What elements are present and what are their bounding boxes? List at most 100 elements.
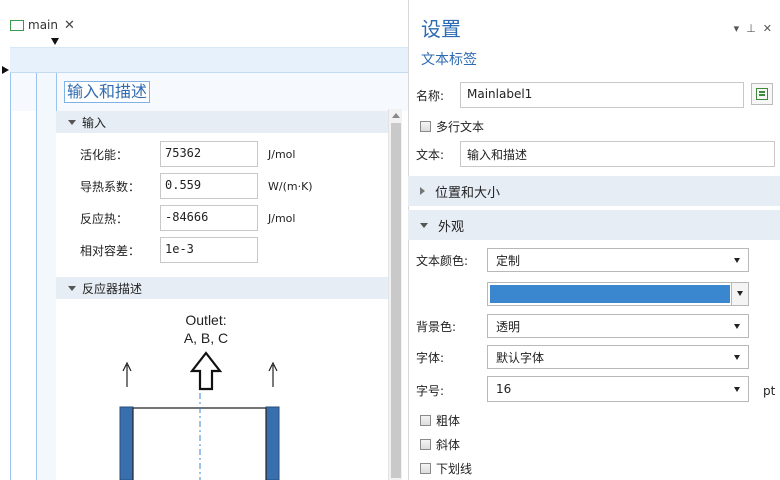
tab-main[interactable]: main ✕ — [10, 14, 75, 36]
settings-subtitle: 文本标签 — [421, 52, 477, 68]
reactor-wall-right — [265, 406, 280, 480]
name-input[interactable]: Mainlabel1 — [460, 82, 744, 108]
field-unit: W/(m·K) — [268, 179, 313, 193]
main-label[interactable]: 输入和描述 — [64, 81, 151, 103]
outlet-species: A, B, C — [184, 330, 228, 346]
size-label: 字号: — [416, 384, 445, 398]
close-icon[interactable]: ✕ — [64, 18, 75, 33]
multiline-checkbox-row[interactable]: 多行文本 — [420, 118, 484, 135]
font-row: 字体: 默认字体 — [416, 345, 749, 369]
color-dropdown-button[interactable] — [731, 283, 748, 305]
field-row-heat-of-reaction: 反应热： -84666 J/mol — [80, 205, 295, 231]
form-editor: main ✕ 输入和描述 输入 活化能： 75362 J/mol 导热系数： 0… — [0, 0, 408, 480]
name-row: 名称: Mainlabel1 — [416, 82, 744, 108]
multiline-checkbox[interactable] — [420, 121, 431, 132]
section-position-size[interactable]: 位置和大小 — [408, 176, 780, 206]
section-reactor-label: 反应器描述 — [82, 281, 143, 296]
close-icon[interactable]: ✕ — [763, 22, 772, 35]
vertical-scrollbar[interactable] — [388, 109, 402, 480]
font-size-combo[interactable]: 16 — [487, 376, 749, 402]
panel-controls: ▾ ⊥ ✕ — [734, 22, 772, 35]
field-unit: J/mol — [268, 211, 296, 225]
font-size-unit: pt — [763, 384, 776, 398]
font-size-value[interactable]: 16 — [496, 382, 511, 396]
underline-label: 下划线 — [436, 462, 473, 476]
bold-checkbox[interactable] — [420, 415, 431, 426]
chevron-down-icon — [734, 324, 740, 329]
section-position-size-label: 位置和大小 — [435, 185, 501, 201]
section-appearance[interactable]: 外观 — [408, 210, 780, 240]
font-label: 字体: — [416, 350, 445, 365]
section-reactor[interactable]: 反应器描述 — [56, 277, 388, 299]
chevron-down-icon — [734, 355, 740, 360]
section-appearance-label: 外观 — [438, 219, 465, 235]
column-marker-icon[interactable] — [51, 38, 59, 45]
heat-of-reaction-input[interactable]: -84666 — [160, 205, 258, 231]
color-swatch — [490, 285, 730, 303]
italic-checkbox-row[interactable]: 斜体 — [420, 436, 460, 453]
section-input[interactable]: 输入 — [56, 111, 388, 133]
label-text-button[interactable] — [751, 83, 773, 105]
text-color-row: 文本颜色: 定制 — [416, 248, 749, 272]
section-input-label: 输入 — [82, 115, 107, 130]
form-icon — [10, 19, 24, 31]
text-color-select[interactable]: 定制 — [487, 248, 749, 272]
outlet-title: Outlet: — [185, 312, 226, 328]
multiline-label: 多行文本 — [436, 120, 485, 134]
reactor-diagram: Outlet: A, B, C — [119, 312, 280, 480]
relative-tolerance-input[interactable]: 1e-3 — [160, 237, 258, 263]
scrollbar-thumb[interactable] — [391, 123, 401, 478]
text-color-value: 定制 — [496, 253, 521, 268]
grid-line — [10, 73, 11, 480]
text-label: 文本: — [416, 147, 445, 162]
pin-icon[interactable]: ⊥ — [746, 22, 756, 35]
collapse-icon — [68, 119, 76, 125]
field-row-activation-energy: 活化能： 75362 J/mol — [80, 141, 295, 167]
chevron-down-icon — [737, 291, 743, 296]
form-canvas: 输入和描述 输入 活化能： 75362 J/mol 导热系数： 0.559 W/… — [56, 73, 408, 480]
chevron-down-icon — [734, 258, 740, 263]
grid-line — [36, 73, 37, 480]
name-label: 名称: — [416, 88, 445, 103]
field-row-thermal-conductivity: 导热系数： 0.559 W/(m·K) — [80, 173, 313, 199]
font-select[interactable]: 默认字体 — [487, 345, 749, 369]
italic-label: 斜体 — [436, 438, 461, 452]
chevron-down-icon[interactable] — [734, 387, 740, 392]
collapse-icon — [420, 222, 428, 228]
column-guide — [36, 73, 56, 480]
thermal-conductivity-input[interactable]: 0.559 — [160, 173, 258, 199]
form-content: 输入 活化能： 75362 J/mol 导热系数： 0.559 W/(m·K) … — [56, 111, 388, 480]
underline-checkbox-row[interactable]: 下划线 — [420, 460, 472, 477]
custom-color-picker[interactable] — [487, 282, 749, 306]
field-label: 相对容差： — [80, 243, 141, 258]
field-label: 反应热： — [80, 211, 129, 226]
background-label: 背景色: — [416, 319, 457, 334]
tab-bar: main ✕ — [0, 0, 408, 38]
field-label: 导热系数： — [80, 179, 141, 194]
horizontal-grid-ruler[interactable] — [10, 47, 408, 73]
background-row: 背景色: 透明 — [416, 314, 749, 338]
background-value: 透明 — [496, 319, 521, 334]
collapse-icon — [68, 285, 76, 291]
row-marker-icon[interactable] — [2, 66, 9, 74]
field-row-relative-tolerance: 相对容差： 1e-3 — [80, 237, 258, 263]
underline-checkbox[interactable] — [420, 463, 431, 474]
expand-icon — [420, 187, 425, 195]
tab-main-label: main — [28, 18, 58, 32]
activation-energy-input[interactable]: 75362 — [160, 141, 258, 167]
label-icon — [756, 88, 768, 100]
app-root: main ✕ 输入和描述 输入 活化能： 75362 J/mol 导热系数： 0… — [0, 0, 780, 480]
background-select[interactable]: 透明 — [487, 314, 749, 338]
size-row: 字号: — [416, 382, 487, 399]
reactor-wall-left — [119, 406, 134, 480]
text-row: 文本: 输入和描述 — [416, 141, 775, 167]
bold-label: 粗体 — [436, 414, 461, 428]
bold-checkbox-row[interactable]: 粗体 — [420, 412, 460, 429]
italic-checkbox[interactable] — [420, 439, 431, 450]
settings-title: 设置 — [421, 17, 461, 41]
settings-panel: 设置 ▾ ⊥ ✕ 文本标签 — [408, 0, 780, 480]
dropdown-icon[interactable]: ▾ — [734, 22, 740, 35]
scroll-up-icon[interactable] — [392, 113, 400, 118]
text-input[interactable]: 输入和描述 — [460, 141, 775, 167]
text-color-label: 文本颜色: — [416, 253, 469, 268]
